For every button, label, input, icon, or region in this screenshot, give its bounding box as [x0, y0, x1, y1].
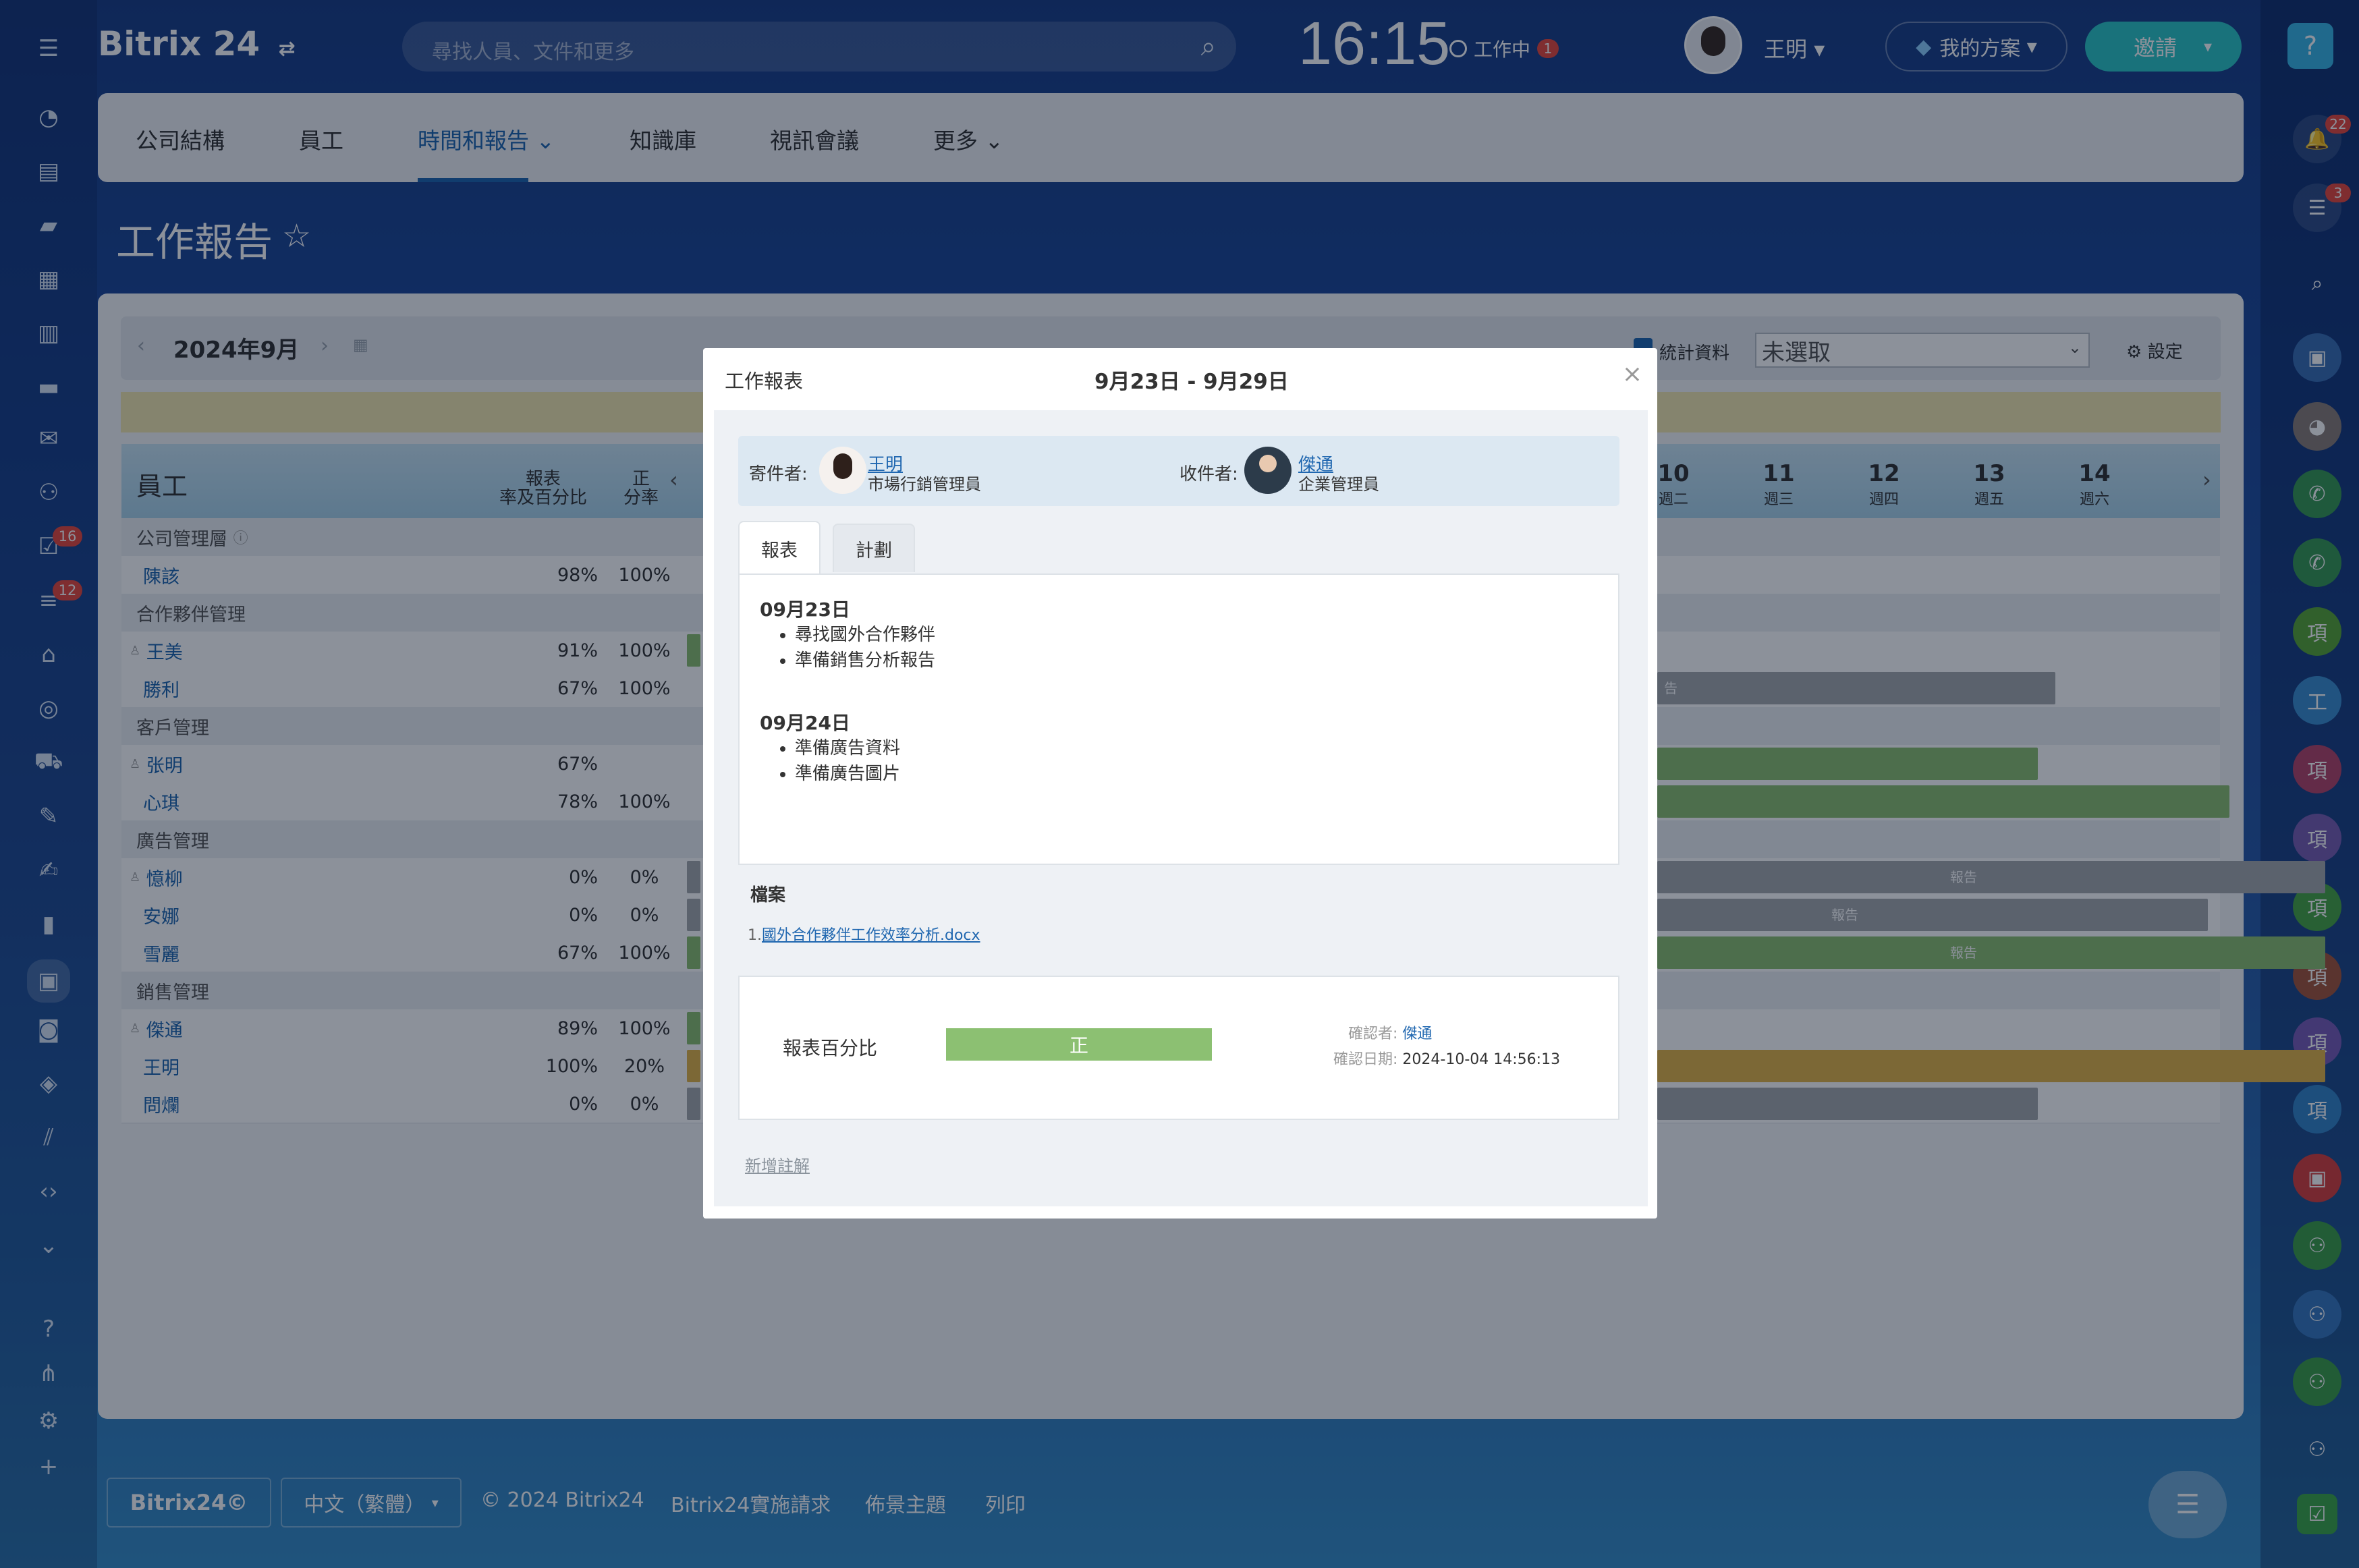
report-item: 準備銷售分析報告: [795, 648, 935, 673]
score-panel: 報表百分比 正 確認者: 傑通 確認日期: 2024-10-04 14:56:1…: [738, 976, 1619, 1120]
tab-plan[interactable]: 計劃: [833, 524, 915, 572]
file-index: 1.: [748, 927, 762, 944]
report-date: 09月23日: [760, 598, 850, 621]
report-items: 準備廣告資料 準備廣告圖片: [768, 735, 900, 787]
add-comment-link[interactable]: 新增註解: [745, 1152, 810, 1176]
sender-recipient-bar: 寄件者: 王明 市場行銷管理員 收件者: 傑通 企業管理員: [738, 436, 1619, 506]
dialog-title: 工作報表: [725, 370, 804, 393]
recipient-role: 企業管理員: [1298, 475, 1379, 494]
confirmed-by-label: 確認者:: [1348, 1026, 1398, 1042]
file-link[interactable]: 國外合作夥伴工作效率分析.docx: [762, 927, 980, 944]
close-button[interactable]: ×: [1622, 360, 1642, 388]
score-label: 報表百分比: [783, 1037, 878, 1059]
report-item: 準備廣告圖片: [795, 761, 900, 787]
report-item: 尋找國外合作夥伴: [795, 622, 935, 648]
confirmed-by-link[interactable]: 傑通: [1402, 1026, 1432, 1042]
recipient-avatar[interactable]: [1244, 447, 1292, 494]
confirmed-date-value: 2024-10-04 14:56:13: [1402, 1051, 1561, 1068]
file-entry: 1.國外合作夥伴工作效率分析.docx: [748, 923, 980, 945]
score-value-bar[interactable]: 正: [946, 1028, 1212, 1061]
report-items: 尋找國外合作夥伴 準備銷售分析報告: [768, 622, 935, 673]
confirmed-date: 確認日期: 2024-10-04 14:56:13: [1333, 1047, 1560, 1069]
avatar-face: [1259, 455, 1277, 472]
recipient-label: 收件者:: [1180, 464, 1238, 484]
report-item: 準備廣告資料: [795, 735, 900, 761]
confirmed-date-label: 確認日期:: [1333, 1051, 1398, 1068]
dialog-date-range: 9月23日 - 9月29日: [1094, 370, 1289, 394]
report-date: 09月24日: [760, 712, 850, 734]
tab-report[interactable]: 報表: [738, 521, 821, 575]
report-content: 09月23日 尋找國外合作夥伴 準備銷售分析報告 09月24日 準備廣告資料 準…: [738, 573, 1619, 865]
avatar-hair: [833, 453, 852, 479]
confirmed-by: 確認者: 傑通: [1348, 1021, 1432, 1043]
sender-role: 市場行銷管理員: [868, 475, 981, 494]
sender-label: 寄件者:: [749, 464, 808, 484]
files-label: 檔案: [750, 885, 786, 905]
sender-avatar[interactable]: [819, 447, 866, 494]
